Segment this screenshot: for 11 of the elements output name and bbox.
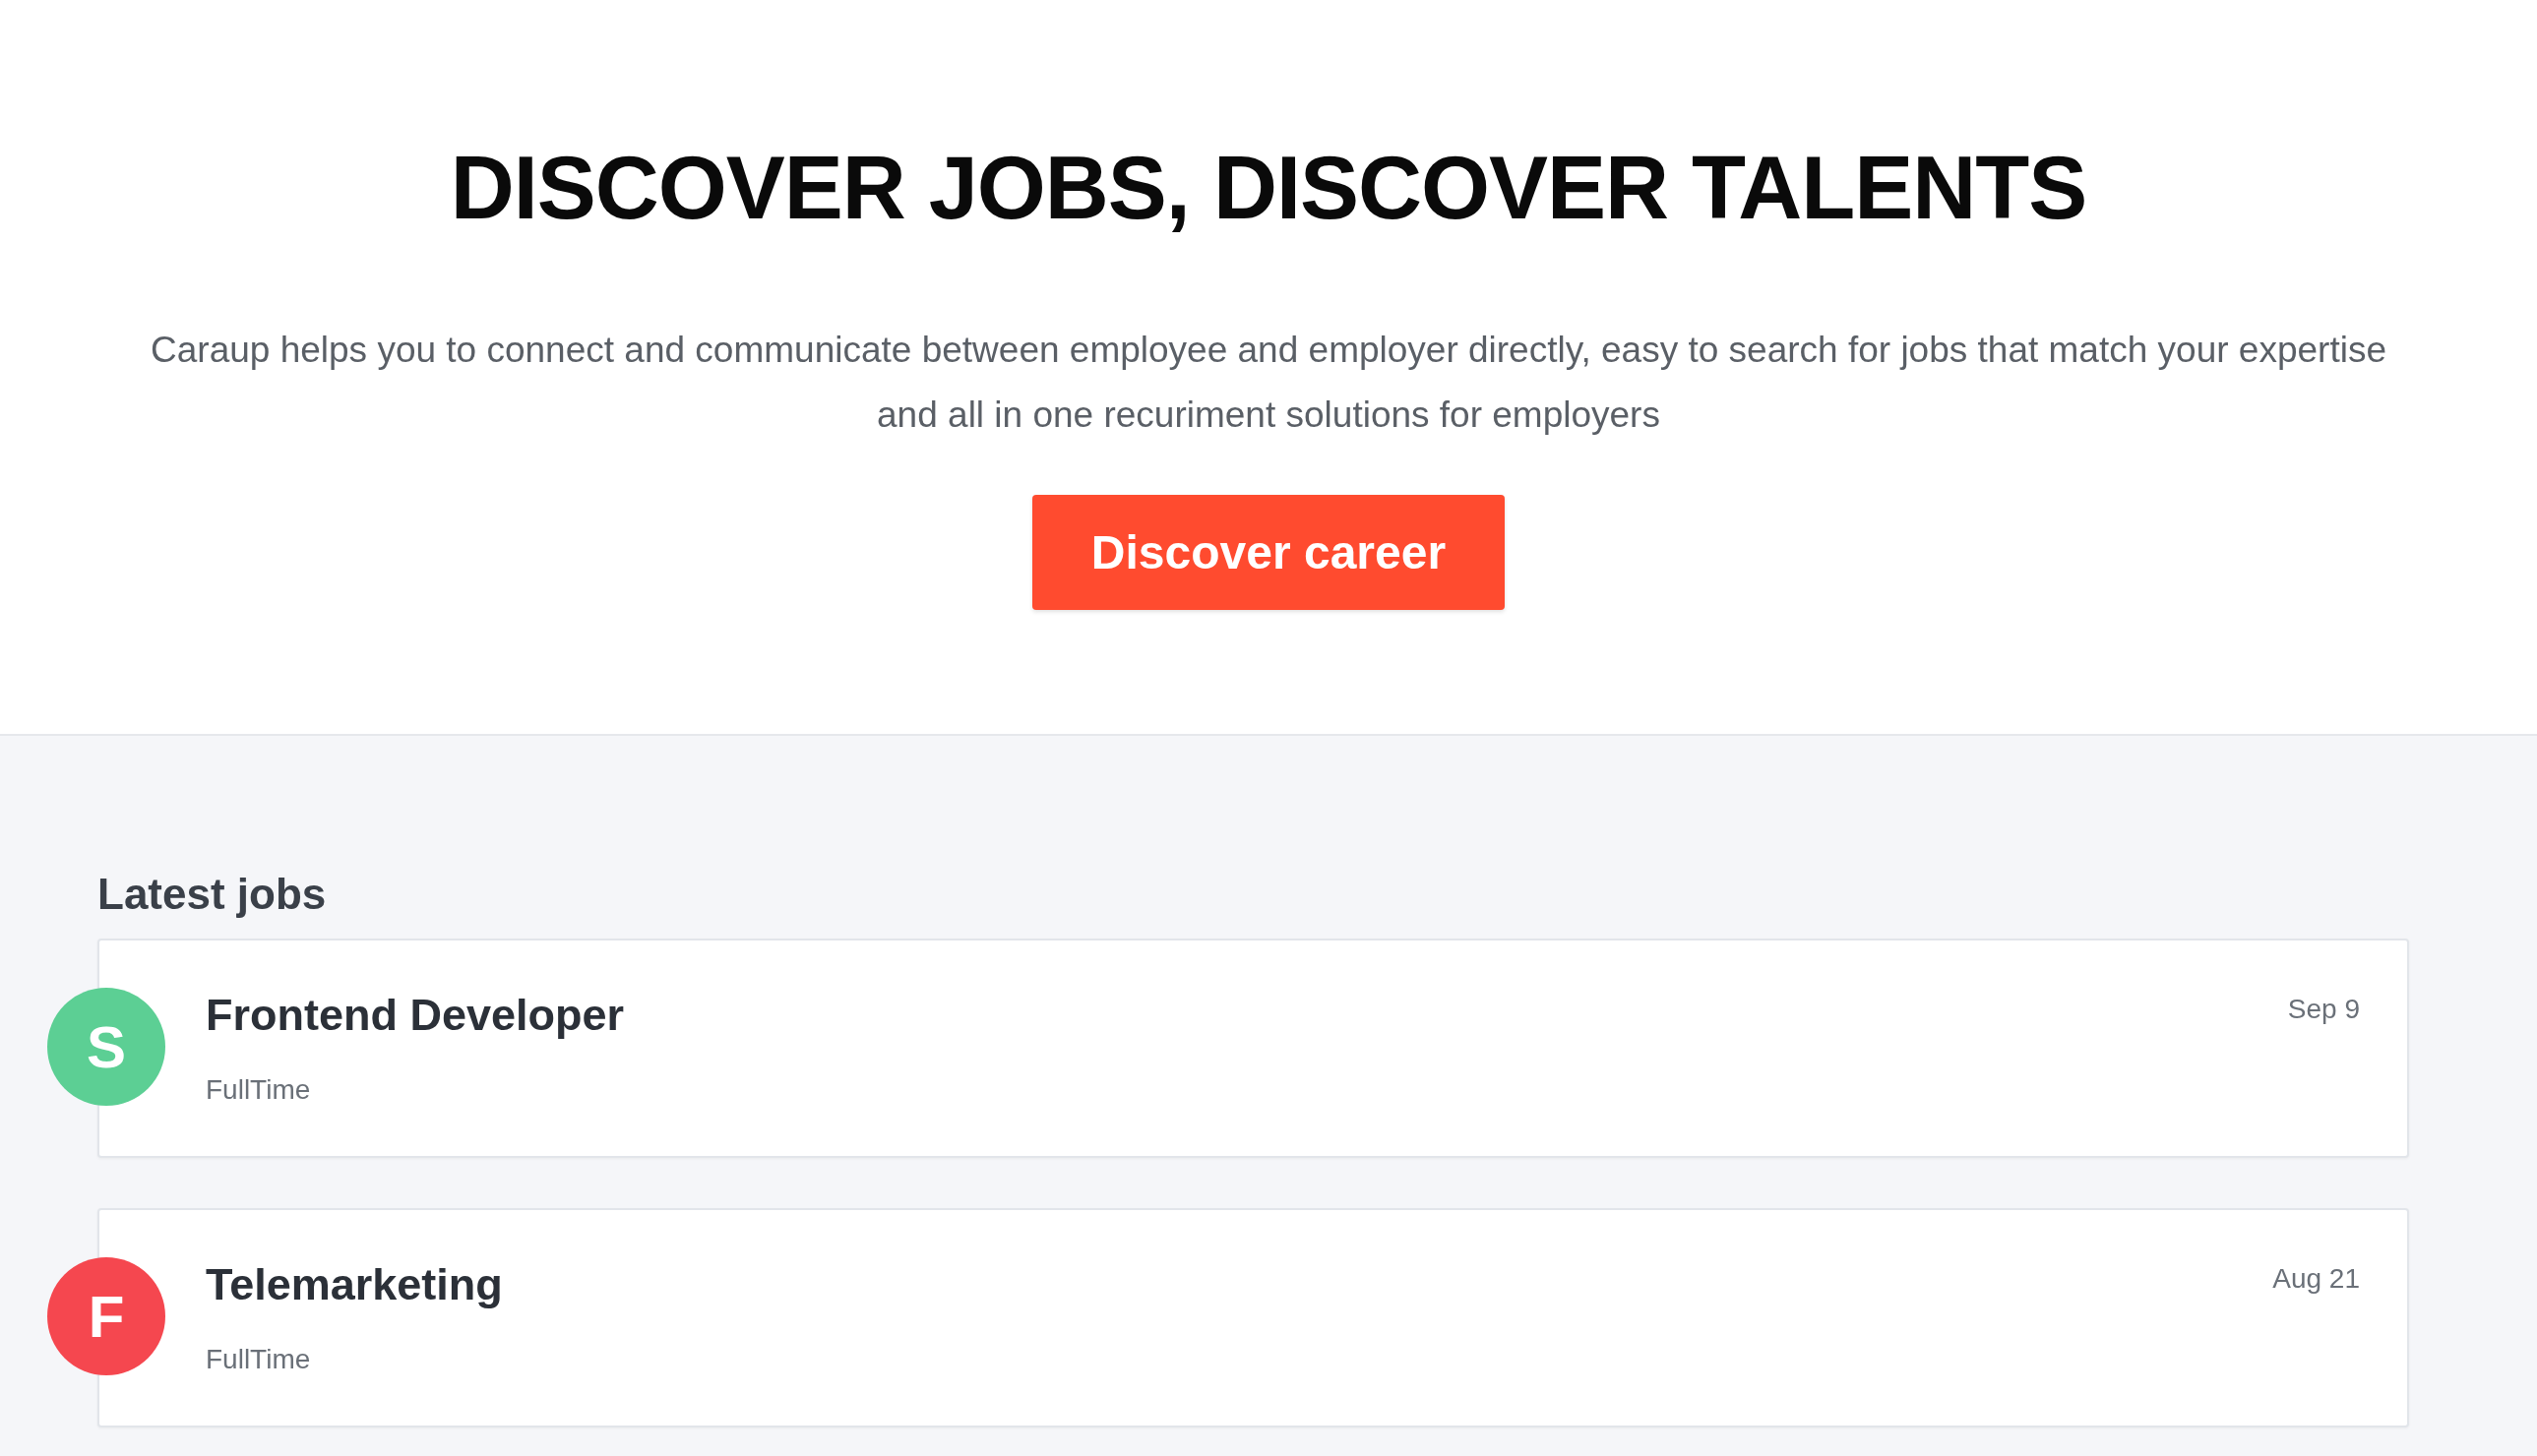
job-date: Sep 9 <box>2287 994 2360 1026</box>
hero-description: Caraup helps you to connect and communicate between employee and employer directly, easy to search for jobs that match your expertise and all in one recuriment solutions for employers <box>150 329 2387 437</box>
job-title: Telemarketing <box>206 1259 503 1310</box>
job-type: FullTime <box>206 1344 312 1375</box>
company-avatar: F <box>47 1257 165 1375</box>
hero-title: DISCOVER JOBS, DISCOVER TALENTS <box>450 138 2087 239</box>
job-title: Frontend Developer <box>206 990 625 1041</box>
job-type: FullTime <box>206 1074 312 1106</box>
company-avatar: S <box>47 988 165 1106</box>
section-heading: Latest jobs <box>97 870 328 919</box>
job-date: Aug 21 <box>2272 1263 2360 1296</box>
